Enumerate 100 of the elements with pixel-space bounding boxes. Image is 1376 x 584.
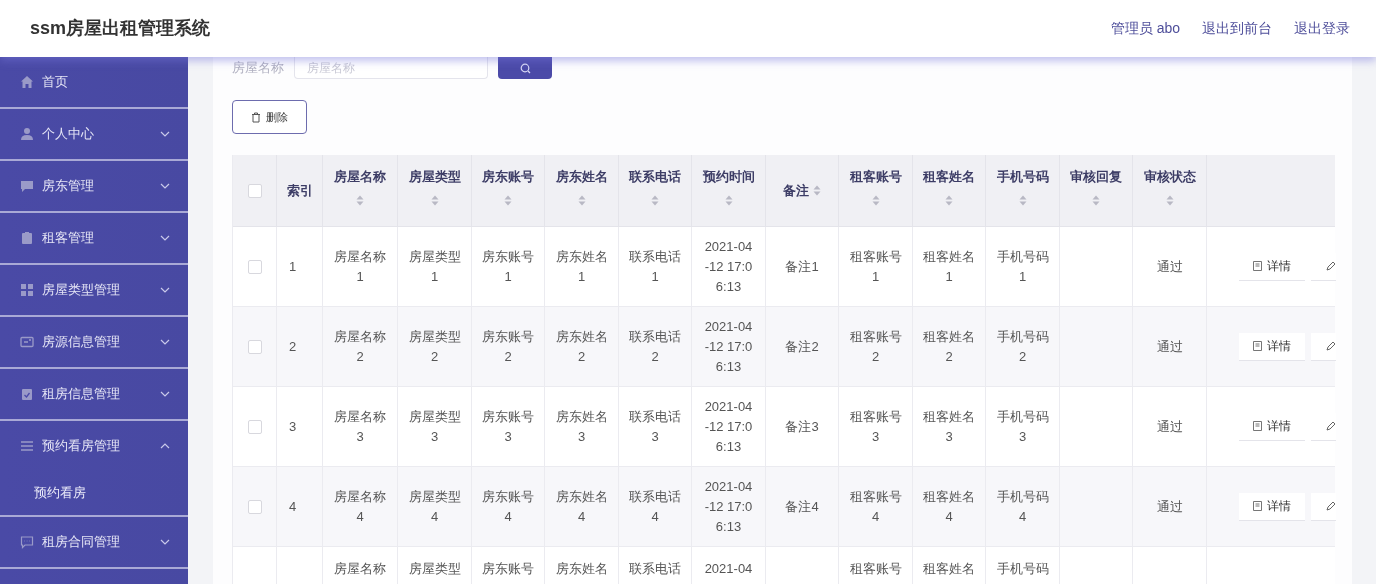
- table-cell-text: 租客姓名3: [922, 407, 976, 446]
- search-button[interactable]: [498, 57, 552, 79]
- table-cell-text: 手机号码2: [995, 327, 1050, 366]
- table-cell-text: 手机号码3: [995, 407, 1050, 446]
- table-cell-text: 备注3: [785, 417, 819, 436]
- sort-icon[interactable]: [504, 194, 512, 206]
- search-label: 房屋名称: [232, 59, 284, 78]
- details-button[interactable]: 详情: [1239, 332, 1305, 361]
- delete-button[interactable]: 删除: [232, 100, 307, 134]
- table-cell-text: 房东姓名1: [554, 247, 609, 286]
- table-cell-text: 通过: [1156, 417, 1183, 436]
- document-icon: [1253, 341, 1262, 351]
- checkbox[interactable]: [247, 259, 262, 274]
- table-cell-text: 房东账号2: [481, 327, 535, 366]
- sort-icon[interactable]: [945, 194, 953, 206]
- table-cell-text: 租客账号: [849, 560, 902, 578]
- table-cell-text: 房屋名称2: [333, 327, 387, 366]
- chevron-down-icon: [160, 131, 170, 137]
- checkbox[interactable]: [247, 419, 262, 434]
- table-cell-text: 备注4: [785, 497, 819, 516]
- table-cell-text: 房东姓名: [555, 560, 608, 578]
- table-cell-text: 2021-04-12 17:06:13: [703, 317, 754, 376]
- column-header: 备注: [783, 181, 809, 200]
- table-cell-text: 房屋名称4: [333, 487, 387, 526]
- table-cell-text: 房屋类型4: [407, 487, 462, 526]
- chevron-down-icon: [160, 287, 170, 293]
- sort-icon[interactable]: [1018, 194, 1027, 206]
- table-cell-text: 房屋类型: [408, 560, 461, 578]
- column-header: 审核状态: [1143, 168, 1196, 186]
- chevron-down-icon: [160, 183, 170, 189]
- table-cell-text: 手机号码: [996, 560, 1049, 578]
- column-header: 审核回复: [1070, 168, 1122, 186]
- checkbox[interactable]: [247, 339, 262, 354]
- table-cell-text: 联系电话2: [628, 327, 682, 366]
- sort-icon[interactable]: [577, 194, 586, 206]
- table-cell-text: 房屋名称3: [333, 407, 387, 446]
- clipboard-icon: [20, 231, 34, 245]
- sidebar-item[interactable]: 首页: [0, 57, 188, 107]
- table-cell-text: 房屋名称: [334, 560, 386, 578]
- column-header: 租客账号: [849, 168, 902, 186]
- table-cell-text: 2021-04: [704, 560, 753, 578]
- checkbox[interactable]: [247, 183, 262, 198]
- sort-icon[interactable]: [1092, 194, 1100, 206]
- table-cell-text: 房屋名称1: [333, 247, 387, 286]
- sort-icon[interactable]: [430, 194, 439, 206]
- user-icon: [20, 127, 34, 141]
- table-cell-text: 2: [289, 337, 297, 356]
- sidebar-item[interactable]: 房屋类型管理: [0, 265, 188, 315]
- table-cell-text: 房东账号: [482, 560, 534, 578]
- column-header: 房东账号: [482, 168, 534, 186]
- sidebar-item[interactable]: 房源信息管理: [0, 317, 188, 367]
- column-header: 手机号码: [996, 168, 1049, 186]
- table-cell-text: 手机号码4: [995, 487, 1050, 526]
- sort-icon[interactable]: [724, 194, 733, 206]
- admin-user: 管理员 abo: [1110, 19, 1180, 38]
- table-cell-text: 联系电话1: [628, 247, 682, 286]
- table-cell-text: 2021-04-12 17:06:13: [703, 397, 754, 456]
- chevron-down-icon: [160, 539, 170, 545]
- table-cell-text: 租客姓名: [923, 560, 975, 578]
- table-cell-text: 租客姓名4: [922, 487, 976, 526]
- table-cell-text: 房东账号4: [481, 487, 535, 526]
- search-icon: [519, 62, 531, 74]
- column-header: 房屋类型: [408, 168, 461, 186]
- table-cell-text: 房东姓名2: [554, 327, 609, 366]
- edit-button[interactable]: [1311, 492, 1336, 521]
- clipboard-check-icon: [20, 387, 34, 401]
- sidebar-item[interactable]: 租客管理: [0, 213, 188, 263]
- chevron-up-icon: [160, 443, 170, 449]
- pencil-icon: [1326, 261, 1336, 271]
- checkbox[interactable]: [247, 499, 262, 514]
- document-icon: [1253, 501, 1262, 511]
- document-icon: [1253, 421, 1262, 431]
- header-link[interactable]: 退出登录: [1294, 18, 1350, 39]
- sort-icon[interactable]: [356, 194, 364, 206]
- sort-icon[interactable]: [651, 194, 659, 206]
- sidebar-item[interactable]: 租房合同管理: [0, 517, 188, 567]
- home-icon: [20, 75, 34, 89]
- sort-icon[interactable]: [813, 185, 821, 196]
- column-header: 联系电话: [629, 168, 681, 186]
- sidebar-subitem[interactable]: 预约看房: [0, 471, 188, 515]
- details-button[interactable]: 详情: [1239, 492, 1305, 521]
- list-icon: [20, 439, 34, 453]
- table-cell-text: 租客账号1: [848, 247, 903, 286]
- sidebar-item[interactable]: 房东管理: [0, 161, 188, 211]
- table-cell-text: 租客账号3: [848, 407, 903, 446]
- table-cell-text: 通过: [1156, 497, 1183, 516]
- sidebar-item[interactable]: 租房信息管理: [0, 369, 188, 419]
- table-cell-text: 租客姓名2: [922, 327, 976, 366]
- sort-icon[interactable]: [1165, 194, 1174, 206]
- sidebar-item[interactable]: 预约看房管理: [0, 421, 188, 471]
- chevron-down-icon: [160, 235, 170, 241]
- sort-icon[interactable]: [871, 194, 880, 206]
- document-icon: [1253, 261, 1262, 271]
- trash-icon: [251, 111, 261, 123]
- pencil-icon: [1326, 501, 1336, 511]
- edit-button[interactable]: [1311, 332, 1336, 361]
- table-cell-text: 房屋类型1: [407, 247, 462, 286]
- chevron-down-icon: [160, 339, 170, 345]
- header-link[interactable]: 退出到前台: [1202, 18, 1272, 39]
- sidebar-item[interactable]: 个人中心: [0, 109, 188, 159]
